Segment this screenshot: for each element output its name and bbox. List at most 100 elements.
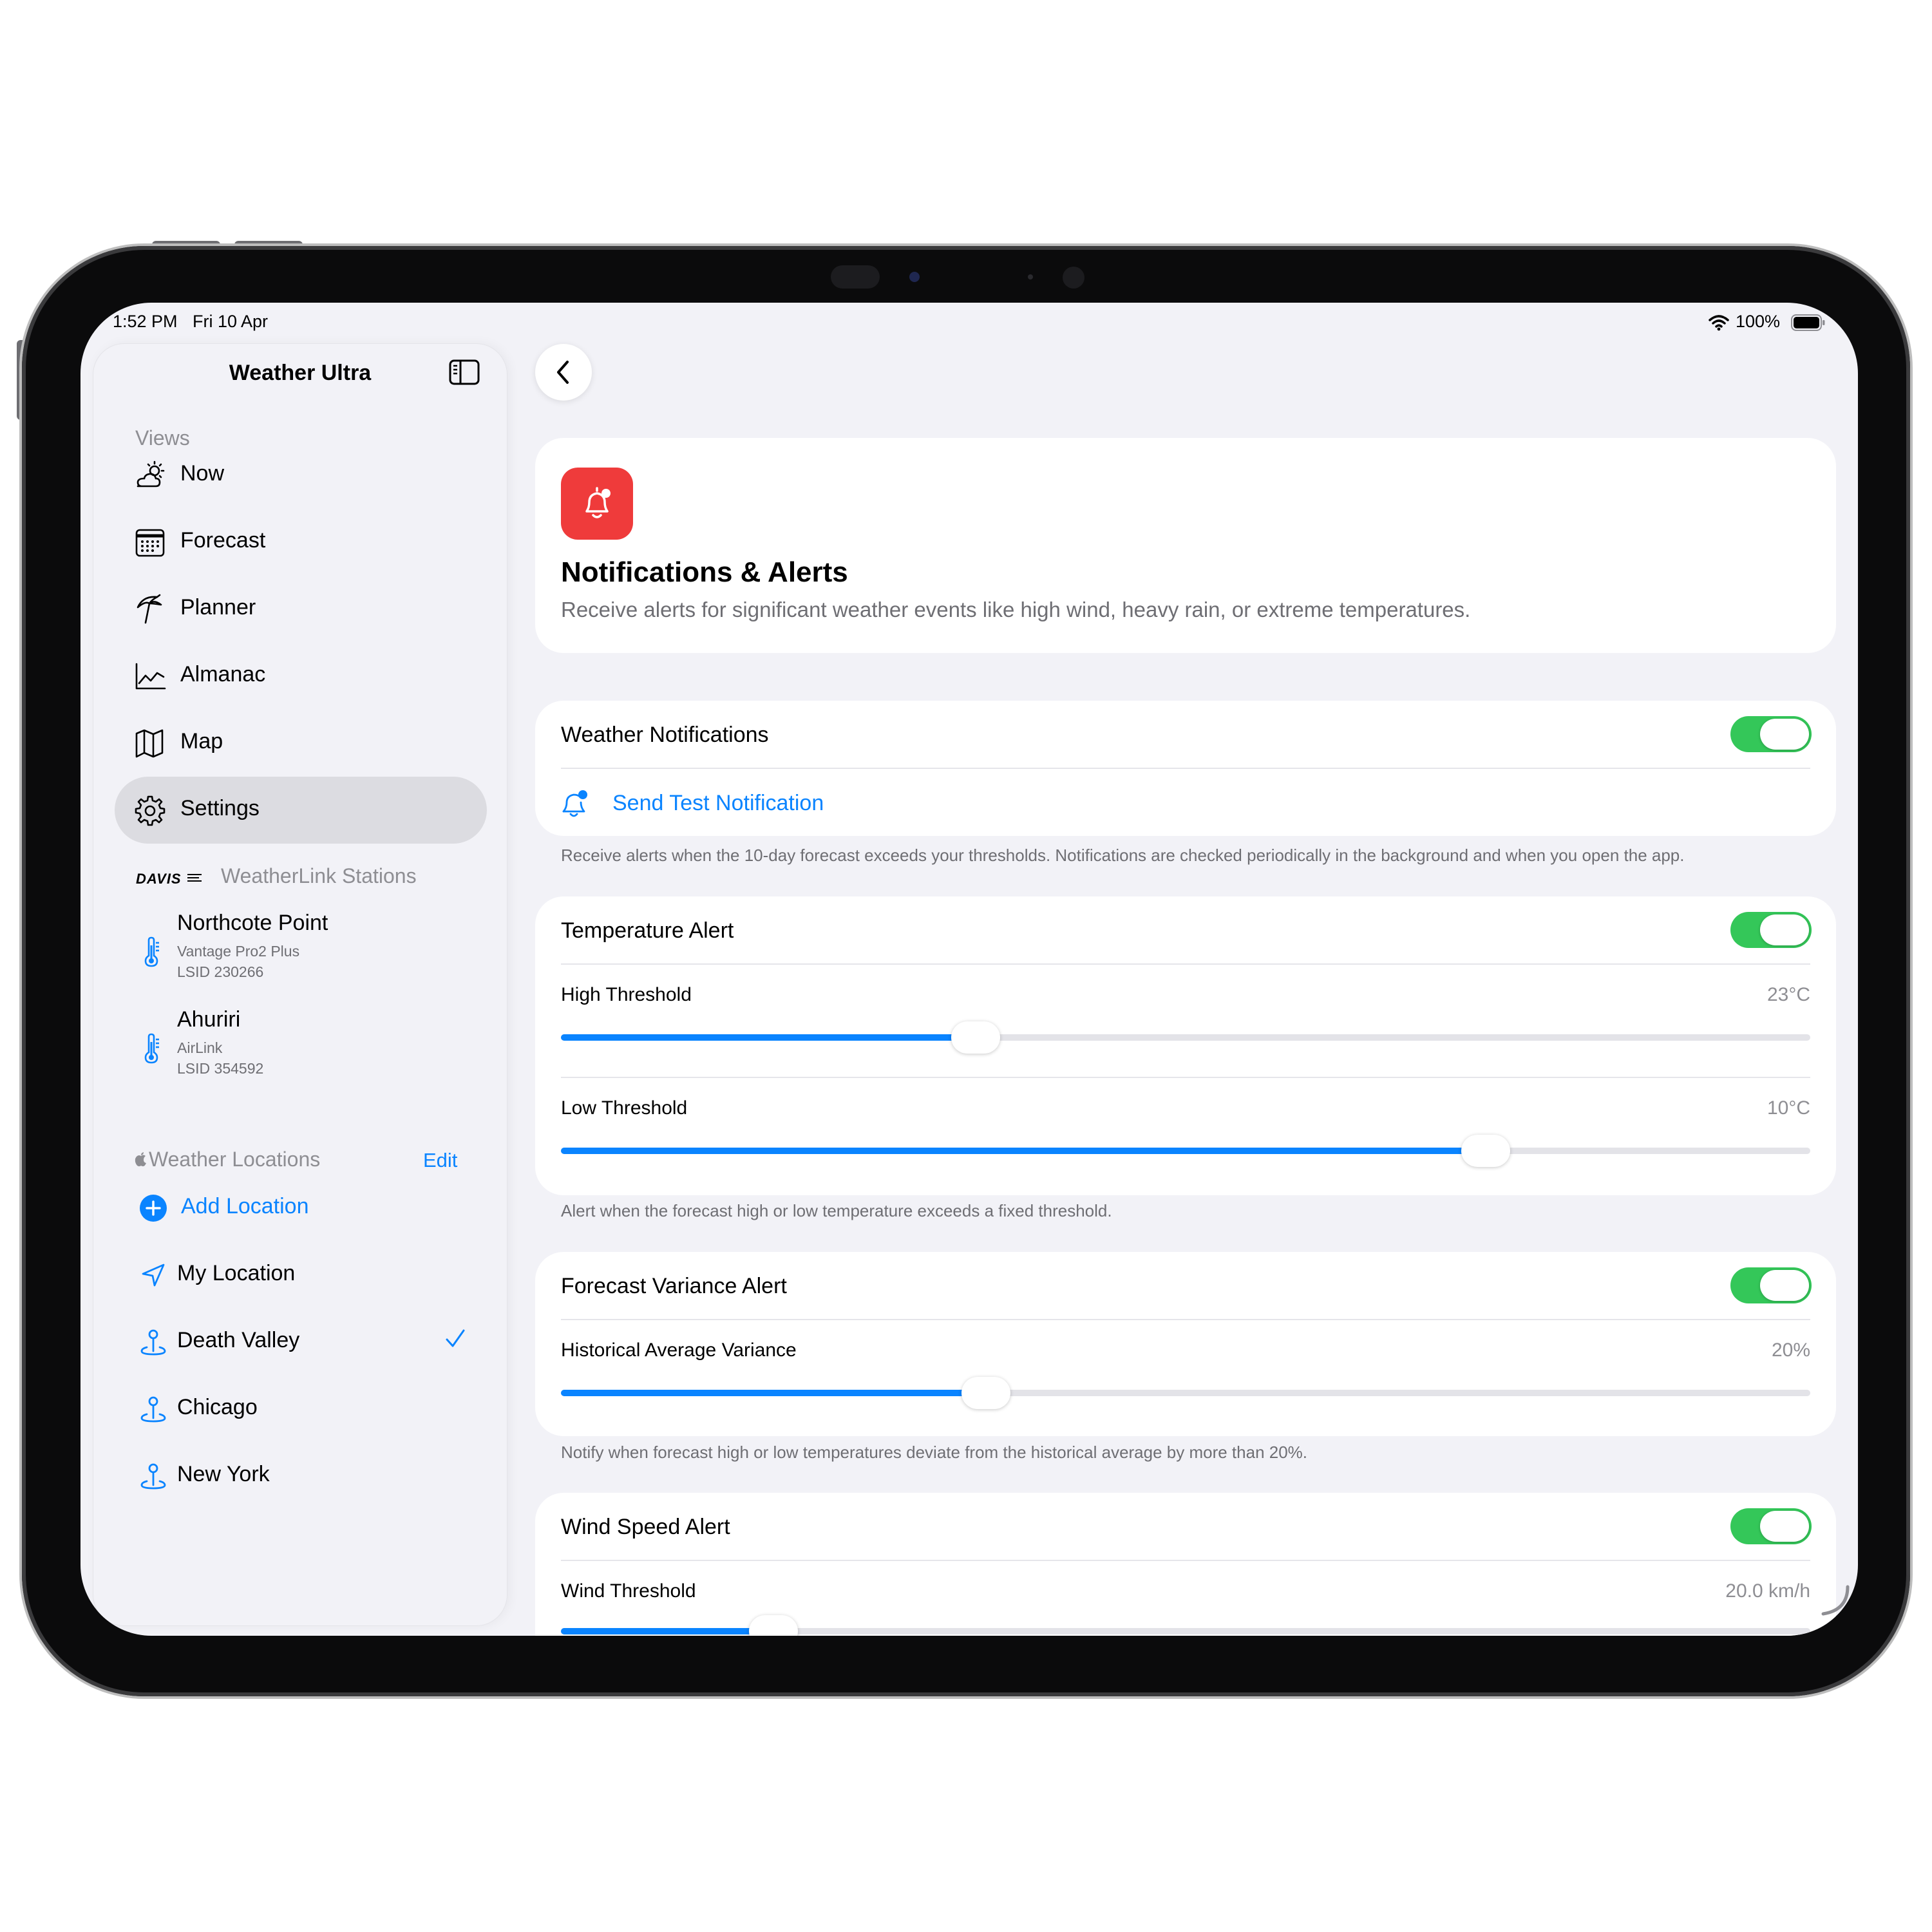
front-camera: [909, 272, 920, 282]
slider-fill: [561, 1390, 986, 1396]
notifications-footer: Receive alerts when the 10-day forecast …: [561, 846, 1685, 865]
davis-logo: DAVIS: [136, 871, 182, 887]
back-button[interactable]: [535, 344, 592, 401]
slider-thumb[interactable]: [748, 1615, 798, 1636]
station-item[interactable]: Northcote Point Vantage Pro2 Plus LSID 2…: [115, 911, 487, 1007]
high-threshold-slider[interactable]: [561, 1021, 1810, 1054]
page-title: Notifications & Alerts: [561, 556, 848, 588]
slider-fill: [561, 1628, 773, 1634]
nav-label-now: Now: [180, 461, 225, 486]
sidebar: Weather Ultra Views Now Forecast Planner…: [93, 344, 507, 1625]
apple-logo-icon: [135, 1152, 146, 1166]
notifications-app-icon: [561, 468, 633, 540]
nav-label-settings: Settings: [180, 796, 260, 820]
low-threshold-label: Low Threshold: [561, 1097, 688, 1119]
sidebar-toggle-icon[interactable]: [449, 359, 480, 385]
weather-notifications-label: Weather Notifications: [561, 723, 769, 747]
status-time: 1:52 PM: [113, 312, 178, 331]
bell-badge-icon: [562, 790, 587, 817]
calendar-icon: [135, 529, 165, 557]
davis-logo-mark-icon: [187, 874, 202, 882]
chevron-left-icon: [557, 361, 569, 384]
temperature-alert-card: Temperature Alert High Threshold 23°C Lo…: [535, 896, 1836, 1195]
cloud-sun-icon: [137, 460, 165, 488]
location-label: Death Valley: [177, 1328, 300, 1352]
high-threshold-label: High Threshold: [561, 984, 692, 1005]
send-test-notification-label: Send Test Notification: [612, 791, 824, 815]
front-camera-sensor: [831, 265, 880, 289]
temperature-footer: Alert when the forecast high or low temp…: [561, 1201, 1112, 1220]
variance-alert-toggle[interactable]: [1730, 1267, 1812, 1303]
nav-label-planner: Planner: [180, 595, 256, 620]
scroll-indicator-icon: [1821, 1585, 1850, 1616]
wind-threshold-slider[interactable]: [561, 1615, 1810, 1636]
low-threshold-slider[interactable]: [561, 1135, 1810, 1167]
thermometer-icon: [144, 1033, 159, 1064]
slider-fill: [561, 1034, 976, 1041]
temperature-alert-toggle[interactable]: [1730, 912, 1812, 948]
high-threshold-value: 23°C: [1766, 984, 1810, 1005]
location-item-my-location[interactable]: My Location: [115, 1242, 487, 1309]
location-item-new-york[interactable]: New York: [115, 1443, 487, 1510]
add-location-button[interactable]: Add Location: [115, 1175, 487, 1242]
divider: [561, 1319, 1810, 1320]
line-chart-icon: [135, 663, 166, 690]
variance-slider-label: Historical Average Variance: [561, 1340, 797, 1361]
variance-value: 20%: [1771, 1340, 1810, 1361]
add-location-label: Add Location: [181, 1194, 309, 1218]
nav-label-map: Map: [180, 729, 223, 753]
station-lsid: LSID 230266: [177, 963, 264, 980]
nav-item-settings[interactable]: Settings: [115, 777, 487, 844]
station-lsid: LSID 354592: [177, 1060, 264, 1077]
variance-slider[interactable]: [561, 1377, 1810, 1409]
nav-item-forecast[interactable]: Forecast: [115, 509, 487, 576]
wind-alert-toggle[interactable]: [1730, 1508, 1812, 1544]
gear-icon: [135, 795, 166, 826]
variance-alert-label: Forecast Variance Alert: [561, 1274, 787, 1298]
variance-alert-card: Forecast Variance Alert Historical Avera…: [535, 1252, 1836, 1436]
screen: 1:52 PM Fri 10 Apr 100% Weather Ultra Vi…: [80, 303, 1858, 1636]
wind-alert-label: Wind Speed Alert: [561, 1515, 730, 1539]
divider: [561, 768, 1810, 769]
nav-label-almanac: Almanac: [180, 662, 266, 687]
divider: [561, 1560, 1810, 1561]
location-item-death-valley[interactable]: Death Valley: [115, 1309, 487, 1376]
map-icon: [135, 729, 164, 758]
nav-item-map[interactable]: Map: [115, 710, 487, 777]
nav-item-almanac[interactable]: Almanac: [115, 643, 487, 710]
header-card: Notifications & Alerts Receive alerts fo…: [535, 438, 1836, 653]
notifications-card: Weather Notifications Send Test Notifica…: [535, 701, 1836, 836]
weather-notifications-toggle[interactable]: [1730, 716, 1812, 752]
battery-percent: 100%: [1736, 312, 1781, 331]
location-label: My Location: [177, 1261, 296, 1285]
station-model: AirLink: [177, 1039, 223, 1056]
wind-threshold-value: 20.0 km/h: [1725, 1580, 1810, 1602]
location-item-chicago[interactable]: Chicago: [115, 1376, 487, 1443]
locations-header: Weather Locations: [149, 1148, 321, 1171]
wind-alert-card: Wind Speed Alert Wind Threshold 20.0 km/…: [535, 1493, 1836, 1636]
slider-fill: [561, 1148, 1486, 1154]
station-name: Ahuriri: [177, 1007, 241, 1032]
page-description: Receive alerts for significant weather e…: [561, 598, 1471, 621]
nav-item-planner[interactable]: Planner: [115, 576, 487, 643]
battery-icon: [1791, 314, 1825, 331]
slider-thumb[interactable]: [951, 1021, 1001, 1054]
wifi-icon: [1709, 315, 1729, 331]
variance-footer: Notify when forecast high or low tempera…: [561, 1443, 1308, 1462]
map-pin-icon: [140, 1329, 166, 1356]
face-id-sensor: [1063, 267, 1084, 289]
location-arrow-icon: [142, 1264, 165, 1287]
divider: [561, 963, 1810, 965]
slider-thumb[interactable]: [961, 1377, 1010, 1409]
station-name: Northcote Point: [177, 911, 328, 935]
send-test-notification-button[interactable]: Send Test Notification: [556, 778, 942, 829]
plus-circle-icon: [140, 1195, 167, 1222]
station-model: Vantage Pro2 Plus: [177, 943, 300, 960]
edit-locations-button[interactable]: Edit: [423, 1149, 457, 1172]
status-date: Fri 10 Apr: [193, 312, 269, 331]
slider-thumb[interactable]: [1461, 1135, 1510, 1167]
nav-item-now[interactable]: Now: [115, 442, 487, 509]
location-label: Chicago: [177, 1395, 258, 1419]
station-item[interactable]: Ahuriri AirLink LSID 354592: [115, 1007, 487, 1104]
map-pin-icon: [140, 1463, 166, 1490]
